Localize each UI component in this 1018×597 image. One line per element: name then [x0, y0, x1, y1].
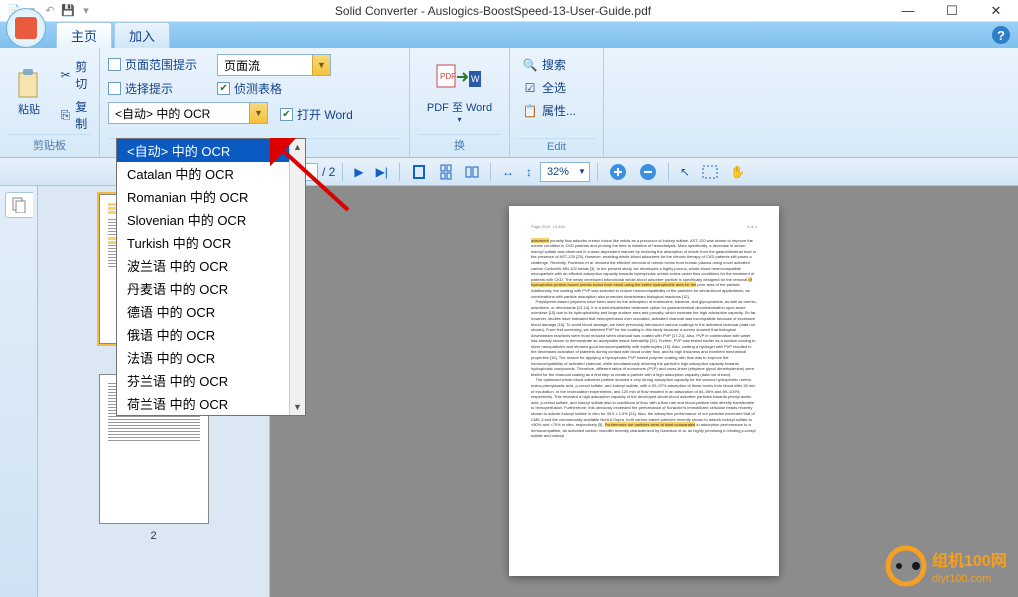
select-prompt-checkbox[interactable]: 选择提示	[108, 76, 197, 100]
page-1: Page 2019, 13,4003 of 4 adsorbent porosi…	[509, 206, 779, 576]
ocr-option-slovenian[interactable]: Slovenian 中的 OCR	[117, 208, 305, 231]
fit-width-button[interactable]: ↔	[498, 163, 518, 181]
ocr-option-auto[interactable]: <自动> 中的 OCR	[117, 139, 305, 162]
sidebar-strip	[0, 186, 38, 597]
ocr-option-french[interactable]: 法语 中的 OCR	[117, 346, 305, 369]
zoom-in-button[interactable]	[605, 161, 631, 183]
window-title: Solid Converter - Auslogics-BoostSpeed-1…	[100, 4, 886, 18]
thumb-2-number: 2	[46, 530, 261, 542]
search-button[interactable]: 🔍搜索	[518, 54, 595, 75]
scissors-icon: ✂	[60, 67, 71, 83]
fit-page-button[interactable]: ↕	[522, 163, 536, 181]
scroll-down-icon[interactable]: ▼	[290, 399, 305, 415]
chevron-down-icon[interactable]: ▼	[249, 103, 267, 123]
pointer-tool-button[interactable]: ↖	[676, 163, 694, 181]
tab-add[interactable]: 加入	[114, 22, 170, 48]
thumbnails-tab[interactable]	[5, 192, 33, 218]
svg-text:W: W	[471, 74, 480, 84]
save-icon[interactable]: 💾	[60, 3, 76, 19]
chevron-down-icon[interactable]: ▼	[312, 55, 330, 75]
tab-row: 主页 加入 ?	[0, 22, 1018, 48]
select-all-button[interactable]: ☑全选	[518, 77, 595, 98]
ocr-option-romanian[interactable]: Romanian 中的 OCR	[117, 185, 305, 208]
ocr-option-german[interactable]: 德语 中的 OCR	[117, 300, 305, 323]
paste-button[interactable]: 粘贴	[8, 52, 50, 134]
pdf-to-word-button[interactable]: PDF W PDF 至 Word ▾	[420, 52, 499, 134]
svg-text:组机100网: 组机100网	[932, 551, 1007, 570]
help-icon[interactable]: ?	[992, 26, 1010, 44]
ocr-option-catalan[interactable]: Catalan 中的 OCR	[117, 162, 305, 185]
pageflow-combo[interactable]: 页面流▼	[217, 54, 331, 76]
detect-tables-checkbox[interactable]: ✔侦测表格	[217, 76, 331, 100]
facing-page-icon[interactable]	[461, 162, 483, 182]
properties-button[interactable]: 📋属性...	[518, 100, 595, 121]
ocr-option-finnish[interactable]: 芬兰语 中的 OCR	[117, 369, 305, 392]
svg-text:diyt100.com: diyt100.com	[932, 573, 991, 585]
copy-button[interactable]: ⎘复制	[56, 96, 96, 134]
next-page-button[interactable]: ▶	[350, 163, 367, 181]
svg-text:PDF: PDF	[440, 72, 456, 81]
ocr-combo[interactable]: <自动> 中的 OCR▼	[108, 102, 268, 124]
ocr-dropdown: <自动> 中的 OCR Catalan 中的 OCR Romanian 中的 O…	[116, 138, 306, 416]
ocr-option-polish[interactable]: 波兰语 中的 OCR	[117, 254, 305, 277]
cut-button[interactable]: ✂剪切	[56, 56, 96, 94]
copy-icon: ⎘	[60, 107, 71, 123]
tab-home[interactable]: 主页	[56, 22, 112, 48]
last-page-button[interactable]: ▶|	[372, 163, 392, 181]
clipboard-group-label: 剪贴板	[8, 134, 91, 155]
ocr-option-turkish[interactable]: Turkish 中的 OCR	[117, 231, 305, 254]
zoom-combo[interactable]: 32%▼	[540, 162, 590, 182]
ocr-option-dutch[interactable]: 荷兰语 中的 OCR	[117, 392, 305, 415]
paste-label: 粘贴	[18, 101, 40, 117]
scroll-up-icon[interactable]: ▲	[290, 139, 305, 155]
pages-icon	[11, 197, 27, 213]
select-all-icon: ☑	[522, 80, 538, 96]
dropdown-scrollbar[interactable]: ▲ ▼	[289, 139, 305, 415]
binoculars-icon: 🔍	[522, 57, 538, 73]
single-page-icon[interactable]	[407, 162, 431, 182]
title-bar: 📄 ▾ ↶ 💾 ▾ Solid Converter - Auslogics-Bo…	[0, 0, 1018, 22]
zoom-out-button[interactable]	[635, 161, 661, 183]
minimize-button[interactable]: —	[886, 0, 930, 22]
document-view[interactable]: Page 2019, 13,4003 of 4 adsorbent porosi…	[270, 186, 1018, 597]
properties-icon: 📋	[522, 103, 538, 119]
app-menu-button[interactable]	[6, 8, 48, 50]
close-button[interactable]: ✕	[974, 0, 1018, 22]
clipboard-icon	[15, 69, 43, 101]
hand-tool-button[interactable]: ✋	[726, 163, 749, 181]
page-count-label: / 2	[322, 165, 335, 179]
continuous-page-icon[interactable]	[435, 162, 457, 182]
ocr-option-russian[interactable]: 俄语 中的 OCR	[117, 323, 305, 346]
page-range-checkbox[interactable]: 页面范围提示	[108, 52, 197, 76]
qat-more-icon[interactable]: ▾	[78, 3, 94, 19]
open-word-checkbox[interactable]: ✔打开 Word	[280, 102, 353, 126]
marquee-tool-button[interactable]	[698, 163, 722, 181]
watermark-logo: 组机100网 diyt100.com	[884, 544, 1014, 593]
ocr-option-danish[interactable]: 丹麦语 中的 OCR	[117, 277, 305, 300]
pdf-word-icon: PDF W	[435, 63, 483, 99]
maximize-button[interactable]: ☐	[930, 0, 974, 22]
